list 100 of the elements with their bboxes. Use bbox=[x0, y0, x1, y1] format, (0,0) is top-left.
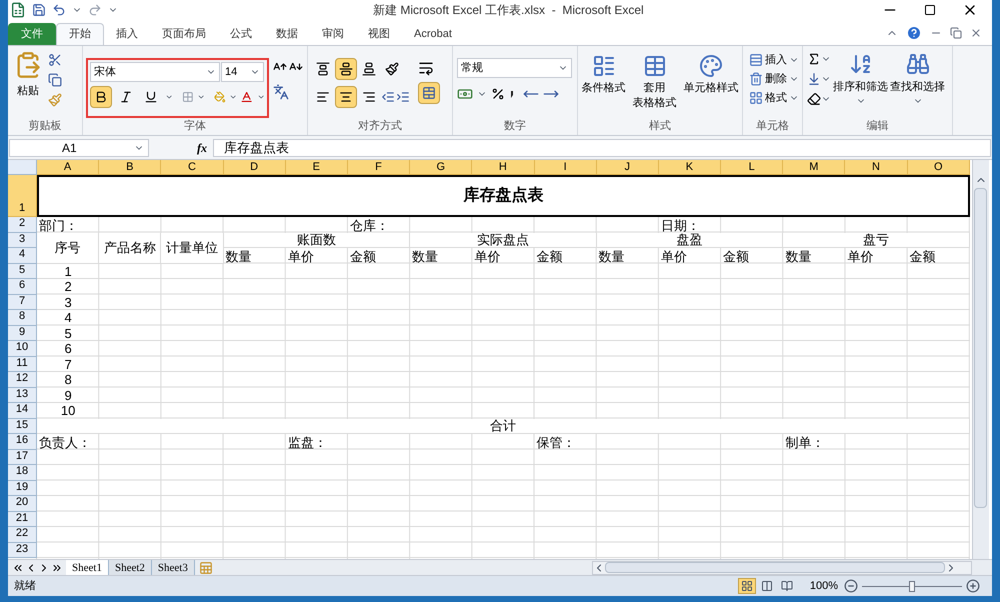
ribbon-tab[interactable]: 审阅 bbox=[310, 23, 356, 45]
style-button[interactable]: 条件格式 bbox=[582, 54, 626, 117]
column-header[interactable]: I bbox=[534, 160, 597, 175]
row-header[interactable]: 16 bbox=[8, 434, 37, 450]
zoom-out-icon[interactable] bbox=[844, 579, 858, 593]
column-header[interactable]: J bbox=[596, 160, 659, 175]
number-format-field[interactable]: 常规 bbox=[457, 58, 572, 78]
view-button[interactable] bbox=[738, 578, 756, 594]
fill-color-icon[interactable] bbox=[214, 90, 226, 104]
style-button[interactable]: 套用 表格格式 bbox=[632, 54, 676, 117]
ribbon-tab[interactable]: 插入 bbox=[104, 23, 150, 45]
copy-icon[interactable] bbox=[48, 73, 62, 87]
column-header[interactable]: C bbox=[161, 160, 224, 175]
middle-align-button[interactable] bbox=[335, 58, 357, 80]
row-header[interactable]: 23 bbox=[8, 542, 37, 558]
row-header[interactable]: 15 bbox=[8, 418, 37, 434]
file-tab[interactable]: 文件 bbox=[8, 23, 56, 45]
help-icon[interactable] bbox=[906, 25, 922, 41]
column-header[interactable]: L bbox=[721, 160, 784, 175]
undo-icon[interactable] bbox=[52, 3, 66, 17]
style-button[interactable]: 单元格样式 bbox=[684, 54, 738, 117]
column-header[interactable]: A bbox=[37, 160, 100, 175]
increase-indent-icon[interactable] bbox=[396, 90, 410, 104]
vertical-scrollbar[interactable] bbox=[972, 160, 989, 559]
row-header[interactable]: 1 bbox=[8, 175, 37, 217]
row-header[interactable]: 7 bbox=[8, 294, 37, 310]
ribbon-tab[interactable]: 开始 bbox=[56, 23, 104, 45]
group-label: 字体 bbox=[184, 118, 206, 134]
column-header[interactable]: H bbox=[472, 160, 534, 175]
row-header[interactable]: 3 bbox=[8, 232, 37, 248]
cut-icon[interactable] bbox=[48, 53, 62, 67]
font-size-field[interactable]: 14 bbox=[221, 62, 264, 82]
row-header[interactable]: 14 bbox=[8, 403, 37, 418]
eraser-icon[interactable] bbox=[807, 92, 821, 106]
row-header[interactable]: 17 bbox=[8, 450, 37, 465]
sheet-tab[interactable]: Sheet3 bbox=[152, 560, 195, 575]
column-header[interactable]: K bbox=[658, 160, 722, 175]
decrease-indent-icon[interactable] bbox=[381, 90, 395, 104]
cells-button[interactable]: 格式 bbox=[749, 90, 802, 106]
redo-icon[interactable] bbox=[88, 3, 102, 17]
row-header[interactable]: 9 bbox=[8, 326, 37, 341]
row-header[interactable]: 22 bbox=[8, 527, 37, 542]
ribbon-tab[interactable]: 公式 bbox=[218, 23, 264, 45]
sheet-tab[interactable]: Sheet1 bbox=[66, 560, 109, 575]
ribbon-tab[interactable]: 数据 bbox=[264, 23, 310, 45]
font-name-field[interactable]: 宋体 bbox=[90, 62, 220, 82]
row-header[interactable]: 20 bbox=[8, 496, 37, 512]
function-label[interactable]: fx bbox=[197, 138, 207, 156]
zoom-in-icon[interactable] bbox=[966, 579, 980, 593]
fill-icon[interactable] bbox=[807, 72, 821, 86]
column-header[interactable]: B bbox=[99, 160, 162, 175]
column-header[interactable]: M bbox=[783, 160, 846, 175]
sum-icon[interactable] bbox=[807, 52, 821, 66]
save-icon[interactable] bbox=[32, 3, 46, 17]
row-header[interactable]: 8 bbox=[8, 310, 37, 326]
row-header[interactable]: 5 bbox=[8, 264, 37, 279]
ribbon-tab[interactable]: 页面布局 bbox=[150, 23, 218, 45]
column-header[interactable]: E bbox=[286, 160, 348, 175]
row-header[interactable]: 12 bbox=[8, 372, 37, 388]
phonetic-icon[interactable] bbox=[273, 84, 289, 100]
font-color-icon[interactable] bbox=[240, 89, 254, 105]
restore-icon[interactable] bbox=[950, 27, 962, 39]
column-header[interactable]: G bbox=[410, 160, 472, 175]
row-header[interactable]: 11 bbox=[8, 356, 37, 372]
paste-button[interactable]: 粘贴 bbox=[14, 51, 42, 117]
group-label: 样式 bbox=[649, 118, 671, 134]
align-right-icon bbox=[362, 90, 376, 104]
align-center-button[interactable] bbox=[335, 86, 357, 108]
column-header[interactable]: F bbox=[348, 160, 410, 175]
row-header[interactable]: 4 bbox=[8, 248, 37, 264]
sheet-tab[interactable]: Sheet2 bbox=[108, 560, 152, 575]
ribbon-tab[interactable]: Acrobat bbox=[402, 23, 464, 45]
ribbon-tab[interactable]: 视图 bbox=[356, 23, 402, 45]
cells-button[interactable]: 插入 bbox=[749, 52, 802, 68]
zoom-thumb[interactable] bbox=[909, 580, 915, 592]
row-header[interactable]: 18 bbox=[8, 465, 37, 480]
row-header[interactable]: 6 bbox=[8, 279, 37, 294]
editing-button[interactable]: 排序和筛选 bbox=[833, 52, 888, 117]
maximize-icon[interactable] bbox=[924, 4, 936, 16]
formula-field[interactable]: 库存盘点表 bbox=[213, 138, 991, 156]
row-header[interactable]: 2 bbox=[8, 217, 37, 232]
comma-icon[interactable] bbox=[509, 89, 515, 99]
cells-button[interactable]: 删除 bbox=[749, 71, 802, 87]
row-header[interactable]: 13 bbox=[8, 388, 37, 403]
row-header[interactable]: 10 bbox=[8, 341, 37, 356]
zoom-level[interactable]: 100% bbox=[810, 578, 838, 594]
horizontal-scrollbar[interactable] bbox=[592, 560, 972, 574]
column-header[interactable]: O bbox=[908, 160, 970, 175]
zoom-slider[interactable] bbox=[862, 580, 962, 592]
column-header[interactable]: N bbox=[845, 160, 908, 175]
column-header[interactable]: D bbox=[224, 160, 286, 175]
columns-icon bbox=[760, 580, 773, 592]
row-header[interactable]: 19 bbox=[8, 480, 37, 496]
editing-button[interactable]: 查找和选择 bbox=[890, 52, 945, 117]
percent-icon[interactable] bbox=[491, 87, 505, 101]
merge-button[interactable] bbox=[418, 82, 440, 104]
row-header[interactable]: 21 bbox=[8, 512, 37, 527]
wrap-text-icon[interactable] bbox=[418, 60, 434, 76]
name-box[interactable]: A1 bbox=[9, 138, 149, 156]
bold-button[interactable] bbox=[90, 86, 112, 108]
